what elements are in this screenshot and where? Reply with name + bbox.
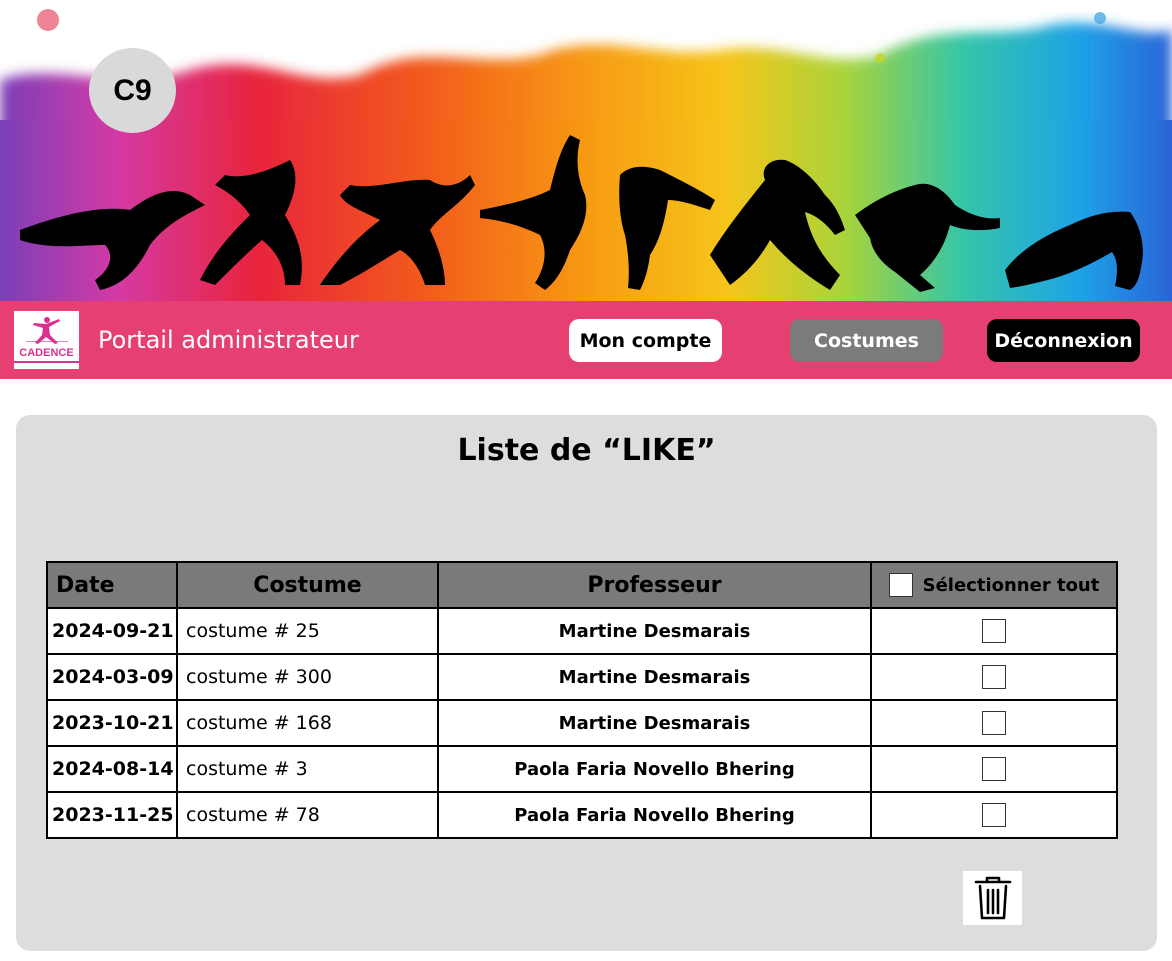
header-banner: C9 (0, 0, 1172, 301)
row-costume: costume # 25 (176, 607, 439, 655)
select-all-control[interactable]: Sélectionner tout (872, 573, 1116, 597)
cadence-logo[interactable]: CADENCE (14, 311, 79, 369)
dancer-logo-icon (26, 317, 68, 344)
logout-button[interactable]: Déconnexion (987, 319, 1140, 362)
row-costume: costume # 300 (176, 653, 439, 701)
column-header-professeur: Professeur (437, 561, 872, 609)
row-date: 2024-08-14 (46, 745, 178, 793)
row-checkbox[interactable] (982, 757, 1006, 781)
row-select-cell (870, 791, 1118, 839)
likes-table: Date Costume Professeur Sélectionner tou… (46, 561, 1118, 839)
portal-title: Portail administrateur (98, 326, 359, 354)
row-costume: costume # 168 (176, 699, 439, 747)
trash-icon (974, 876, 1011, 920)
row-date: 2023-11-25 (46, 791, 178, 839)
row-professeur: Martine Desmarais (437, 607, 872, 655)
table-row: 2023-10-21 costume # 168 Martine Desmara… (46, 699, 1118, 747)
table-row: 2024-08-14 costume # 3 Paola Faria Novel… (46, 745, 1118, 793)
select-all-checkbox[interactable] (888, 573, 913, 597)
row-checkbox[interactable] (982, 665, 1006, 689)
row-professeur: Martine Desmarais (437, 699, 872, 747)
user-avatar[interactable]: C9 (89, 48, 176, 133)
row-select-cell (870, 745, 1118, 793)
logo-text: CADENCE (19, 347, 74, 359)
column-header-costume: Costume (176, 561, 439, 609)
row-select-cell (870, 653, 1118, 701)
row-date: 2024-09-21 (46, 607, 178, 655)
row-date: 2023-10-21 (46, 699, 178, 747)
row-select-cell (870, 607, 1118, 655)
column-header-date: Date (46, 561, 178, 609)
row-professeur: Paola Faria Novello Bhering (437, 791, 872, 839)
table-row: 2023-11-25 costume # 78 Paola Faria Nove… (46, 791, 1118, 839)
table-row: 2024-03-09 costume # 300 Martine Desmara… (46, 653, 1118, 701)
logo-underline (14, 361, 79, 363)
top-navbar: CADENCE Portail administrateur Mon compt… (0, 301, 1172, 379)
page-title: Liste de “LIKE” (457, 433, 716, 468)
select-all-label: Sélectionner tout (922, 574, 1100, 596)
row-date: 2024-03-09 (46, 653, 178, 701)
row-costume: costume # 3 (176, 745, 439, 793)
delete-button[interactable] (963, 871, 1022, 925)
row-select-cell (870, 699, 1118, 747)
costumes-button[interactable]: Costumes (790, 319, 943, 362)
likes-card: Liste de “LIKE” Date Costume Professeur … (16, 415, 1157, 951)
row-professeur: Paola Faria Novello Bhering (437, 745, 872, 793)
row-costume: costume # 78 (176, 791, 439, 839)
table-header-row: Date Costume Professeur Sélectionner tou… (46, 561, 1118, 609)
row-professeur: Martine Desmarais (437, 653, 872, 701)
column-header-select-all: Sélectionner tout (870, 561, 1118, 609)
dancers-banner-image (0, 0, 1172, 301)
row-checkbox[interactable] (982, 619, 1006, 643)
row-checkbox[interactable] (982, 803, 1006, 827)
my-account-button[interactable]: Mon compte (569, 319, 722, 362)
table-row: 2024-09-21 costume # 25 Martine Desmarai… (46, 607, 1118, 655)
row-checkbox[interactable] (982, 711, 1006, 735)
